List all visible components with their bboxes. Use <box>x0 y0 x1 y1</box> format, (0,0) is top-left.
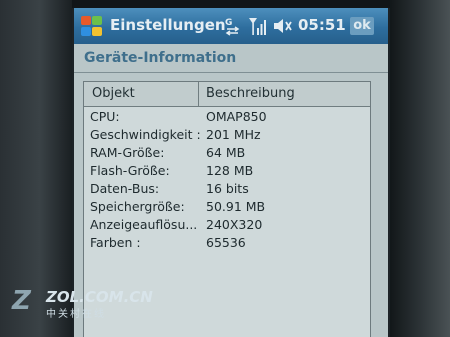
connectivity-icon[interactable]: G <box>224 16 242 36</box>
device-bezel-right <box>390 0 450 337</box>
list-row-ram[interactable]: RAM-Größe: 64 MB <box>84 145 370 163</box>
column-separator[interactable] <box>198 82 199 106</box>
signal-strength-icon[interactable] <box>248 16 268 36</box>
svg-text:G: G <box>225 18 232 28</box>
row-label: Geschwindigkeit : <box>90 127 201 142</box>
ok-button[interactable]: ok <box>350 17 374 35</box>
list-row-colors[interactable]: Farben : 65536 <box>84 235 370 253</box>
volume-icon[interactable] <box>273 17 293 35</box>
row-label: Anzeigeauflösu... <box>90 217 198 232</box>
list-row-cpu[interactable]: CPU: OMAP850 <box>84 109 370 127</box>
column-header-beschreibung[interactable]: Beschreibung <box>206 86 295 101</box>
row-label: Daten-Bus: <box>90 181 160 196</box>
row-value: 201 MHz <box>206 127 261 142</box>
row-label: RAM-Größe: <box>90 145 165 160</box>
row-value: 50.91 MB <box>206 199 266 214</box>
title-divider <box>74 72 388 73</box>
row-label: Farben : <box>90 235 141 250</box>
device-bezel-top <box>60 0 400 8</box>
zol-watermark: Z ZOL.COM.CN 中关村在线 <box>12 284 153 324</box>
row-label: CPU: <box>90 109 120 124</box>
page-title: Geräte-Information <box>84 50 237 66</box>
list-row-databus[interactable]: Daten-Bus: 16 bits <box>84 181 370 199</box>
app-title: Einstellungen <box>110 16 226 34</box>
row-value: 65536 <box>206 235 246 250</box>
row-label: Flash-Größe: <box>90 163 170 178</box>
list-header: Objekt Beschreibung <box>84 82 370 107</box>
row-value: 128 MB <box>206 163 254 178</box>
watermark-subtitle: 中关村在线 <box>46 309 106 320</box>
list-row-resolution[interactable]: Anzeigeauflösu... 240X320 <box>84 217 370 235</box>
windows-start-icon[interactable] <box>80 15 104 37</box>
clock: 05:51 <box>298 16 346 34</box>
row-value: 64 MB <box>206 145 246 160</box>
row-label: Speichergröße: <box>90 199 185 214</box>
column-header-objekt[interactable]: Objekt <box>92 86 135 101</box>
list-row-storage[interactable]: Speichergröße: 50.91 MB <box>84 199 370 217</box>
title-bar: Einstellungen G 05:51 ok <box>74 8 388 44</box>
row-value: 16 bits <box>206 181 249 196</box>
row-value: 240X320 <box>206 217 263 232</box>
list-row-flash[interactable]: Flash-Größe: 128 MB <box>84 163 370 181</box>
row-value: OMAP850 <box>206 109 267 124</box>
list-row-speed[interactable]: Geschwindigkeit : 201 MHz <box>84 127 370 145</box>
watermark-logo: Z <box>12 286 31 316</box>
watermark-domain: ZOL.COM.CN <box>46 288 153 306</box>
